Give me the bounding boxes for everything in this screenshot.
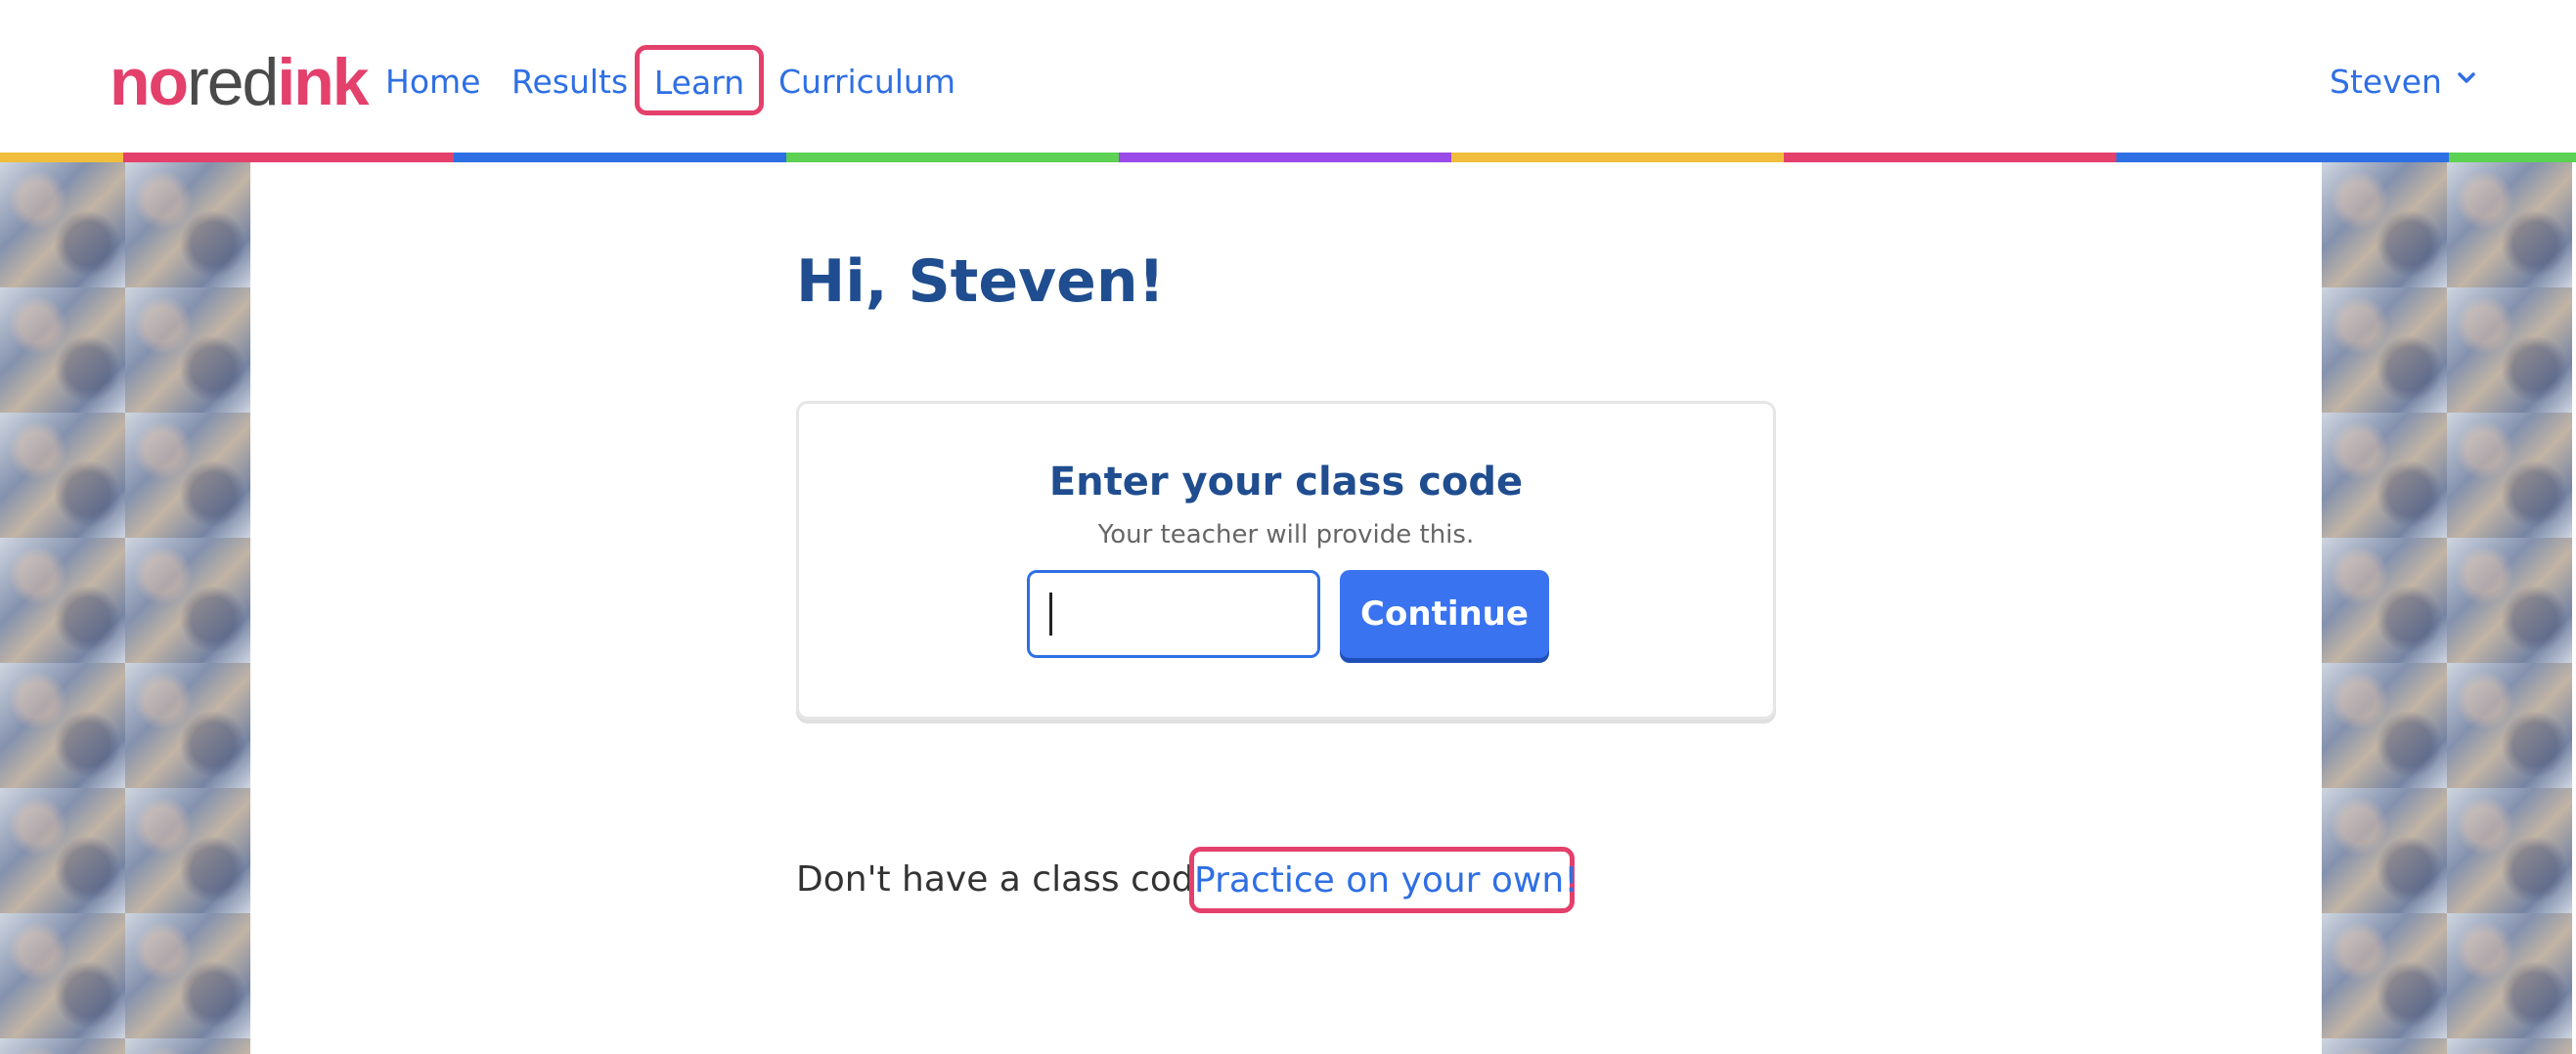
- logo-part-no: no: [110, 45, 189, 119]
- card-subtitle: Your teacher will provide this.: [1097, 520, 1475, 549]
- chevron-down-icon: [2458, 72, 2476, 83]
- no-code-row: Don't have a class code?: [796, 847, 1234, 913]
- no-code-text: Don't have a class code?: [796, 859, 1235, 900]
- stripe-segment: [1119, 153, 1451, 162]
- class-code-card: Enter your class code Your teacher will …: [796, 401, 1776, 720]
- continue-button[interactable]: Continue: [1340, 570, 1549, 658]
- logo-part-red: red: [187, 45, 279, 119]
- user-menu-label: Steven: [2330, 63, 2442, 101]
- stripe-segment: [1784, 153, 2116, 162]
- stripe-segment: [454, 153, 786, 162]
- practice-on-your-own-link[interactable]: Practice on your own!: [1189, 847, 1578, 913]
- user-menu[interactable]: Steven: [2330, 55, 2476, 110]
- stripe-segment: [2449, 153, 2576, 162]
- greeting-heading: Hi, Steven!: [796, 247, 1165, 316]
- class-code-input[interactable]: [1027, 570, 1320, 658]
- stripe-segment: [1451, 153, 1784, 162]
- text-caret: [1049, 593, 1052, 636]
- top-header: noredink Home Results Learn Curriculum S…: [0, 0, 2576, 153]
- right-background-image: [2322, 162, 2572, 1054]
- stripe-segment: [0, 153, 123, 162]
- nav-home-link[interactable]: Home: [385, 55, 480, 110]
- logo-part-ink: ink: [277, 45, 369, 119]
- stripe-segment: [786, 153, 1119, 162]
- nav-results-link[interactable]: Results: [511, 55, 628, 110]
- card-title: Enter your class code: [1048, 460, 1524, 505]
- nav-learn-link[interactable]: Learn: [635, 45, 764, 115]
- stripe-segment: [123, 153, 454, 162]
- nav-curriculum-link[interactable]: Curriculum: [778, 55, 955, 110]
- color-stripe-divider: [0, 153, 2576, 162]
- left-background-image: [0, 162, 250, 1054]
- noredink-logo[interactable]: noredink: [110, 43, 370, 121]
- stripe-segment: [2116, 153, 2449, 162]
